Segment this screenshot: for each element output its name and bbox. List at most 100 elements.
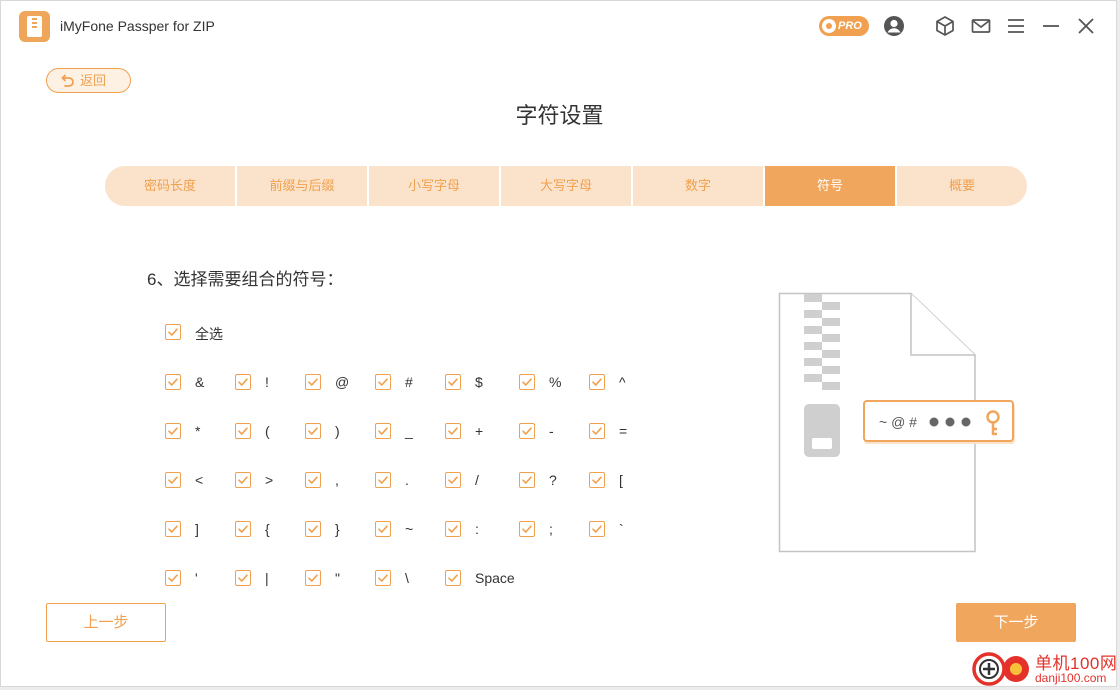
pro-badge[interactable]: PRO (819, 16, 869, 36)
select-all-label: 全选 (195, 326, 223, 342)
page-title: 字符设置 (515, 103, 604, 128)
app-logo-icon (19, 11, 50, 42)
symbol-checkbox[interactable] (375, 423, 391, 439)
symbol-label: $ (475, 374, 483, 390)
symbol-checkbox[interactable] (235, 374, 251, 390)
step-tab-1[interactable]: 密码长度 (105, 166, 237, 206)
step-tab-7[interactable]: 概要 (897, 166, 1027, 206)
symbol-label: ` (619, 521, 624, 537)
symbol-checkbox[interactable] (305, 570, 321, 586)
symbol-label: \ (405, 570, 409, 586)
account-icon[interactable] (882, 14, 906, 38)
symbol-label: ~ (405, 521, 414, 537)
symbol-checkbox[interactable] (519, 472, 535, 488)
symbol-label: . (405, 472, 409, 488)
symbol-question: 6、选择需要组合的符号： (147, 270, 344, 289)
symbol-label: # (405, 374, 413, 390)
symbol-checkbox[interactable] (445, 570, 461, 586)
symbol-label: + (475, 423, 484, 439)
watermark-logo-icon (972, 652, 1029, 686)
step-tab-5[interactable]: 数字 (633, 166, 765, 206)
symbol-label: = (619, 423, 628, 439)
prev-step-button[interactable]: 上一步 (46, 603, 166, 642)
symbol-label: * (195, 423, 201, 439)
symbol-checkbox[interactable] (375, 521, 391, 537)
step-tabs: 密码长度 前缀与后缀 小写字母 大写字母 数字 符号 概要 (105, 166, 1027, 206)
select-all-checkbox[interactable] (165, 324, 181, 340)
symbol-label: _ (405, 423, 413, 439)
zip-file-illustration: ~ @ # (778, 292, 1016, 554)
symbol-label: / (475, 472, 479, 488)
symbol-checkbox[interactable] (589, 472, 605, 488)
minimize-icon[interactable] (1039, 14, 1063, 38)
symbol-checkbox[interactable] (165, 374, 181, 390)
symbol-checkbox[interactable] (445, 423, 461, 439)
password-preview-text: ~ @ # (879, 414, 917, 430)
symbol-checkbox[interactable] (235, 423, 251, 439)
symbol-checkbox[interactable] (519, 423, 535, 439)
back-button[interactable]: 返回 (46, 68, 131, 93)
step-tab-2[interactable]: 前缀与后缀 (237, 166, 369, 206)
symbol-label: ? (549, 472, 557, 488)
symbol-checkbox[interactable] (305, 521, 321, 537)
symbol-label: ( (265, 423, 270, 439)
symbol-label: % (549, 374, 562, 390)
symbol-checkbox[interactable] (305, 472, 321, 488)
symbol-label: ; (549, 521, 553, 537)
symbol-checkbox[interactable] (589, 423, 605, 439)
symbol-label: ' (195, 570, 198, 586)
symbol-checkbox[interactable] (589, 521, 605, 537)
symbol-label: Space (475, 570, 515, 586)
symbol-checkbox[interactable] (235, 472, 251, 488)
symbol-label: ) (335, 423, 340, 439)
symbol-label: , (335, 472, 339, 488)
title-bar: iMyFone Passper for ZIP PRO (1, 1, 1116, 51)
symbol-checkbox[interactable] (445, 521, 461, 537)
app-title: iMyFone Passper for ZIP (60, 18, 215, 34)
symbol-checkbox[interactable] (375, 472, 391, 488)
menu-icon[interactable] (1004, 14, 1028, 38)
symbol-checkbox[interactable] (165, 521, 181, 537)
site-watermark: 单机100网 danji100.com (970, 645, 1120, 690)
symbol-label: : (475, 521, 479, 537)
symbol-label: ^ (619, 374, 626, 390)
symbol-label: ] (195, 521, 199, 537)
watermark-url: danji100.com (1035, 671, 1107, 685)
next-step-button[interactable]: 下一步 (956, 603, 1076, 642)
close-icon[interactable] (1074, 14, 1098, 38)
app-window: iMyFone Passper for ZIP PRO 返回 字符设置 密码长度… (0, 0, 1117, 687)
symbol-label: } (335, 521, 340, 537)
symbol-checkbox[interactable] (165, 423, 181, 439)
symbol-checkbox[interactable] (305, 423, 321, 439)
pro-badge-label: PRO (838, 20, 862, 32)
pro-coin-icon (822, 19, 836, 33)
back-arrow-icon (61, 74, 74, 87)
symbol-checkbox[interactable] (589, 374, 605, 390)
symbol-label: " (335, 570, 340, 586)
mail-icon[interactable] (969, 14, 993, 38)
symbol-label: | (265, 570, 269, 586)
symbol-checkbox[interactable] (235, 521, 251, 537)
back-button-label: 返回 (80, 73, 107, 88)
package-icon[interactable] (933, 14, 957, 38)
symbol-checkbox[interactable] (519, 374, 535, 390)
symbol-checkbox[interactable] (305, 374, 321, 390)
symbol-label: { (265, 521, 270, 537)
symbol-checkbox[interactable] (375, 374, 391, 390)
symbol-checkbox[interactable] (445, 374, 461, 390)
symbol-checkbox[interactable] (375, 570, 391, 586)
symbol-checkbox[interactable] (165, 570, 181, 586)
symbol-checkbox[interactable] (235, 570, 251, 586)
symbol-label: > (265, 472, 274, 488)
symbol-checkbox[interactable] (445, 472, 461, 488)
symbol-label: < (195, 472, 204, 488)
symbol-label: ! (265, 374, 269, 390)
symbol-label: - (549, 423, 554, 439)
symbol-checkbox[interactable] (165, 472, 181, 488)
step-tab-3[interactable]: 小写字母 (369, 166, 501, 206)
step-tab-6[interactable]: 符号 (765, 166, 897, 206)
step-tab-4[interactable]: 大写字母 (501, 166, 633, 206)
symbol-label: & (195, 374, 205, 390)
symbol-label: @ (335, 374, 350, 390)
symbol-checkbox[interactable] (519, 521, 535, 537)
